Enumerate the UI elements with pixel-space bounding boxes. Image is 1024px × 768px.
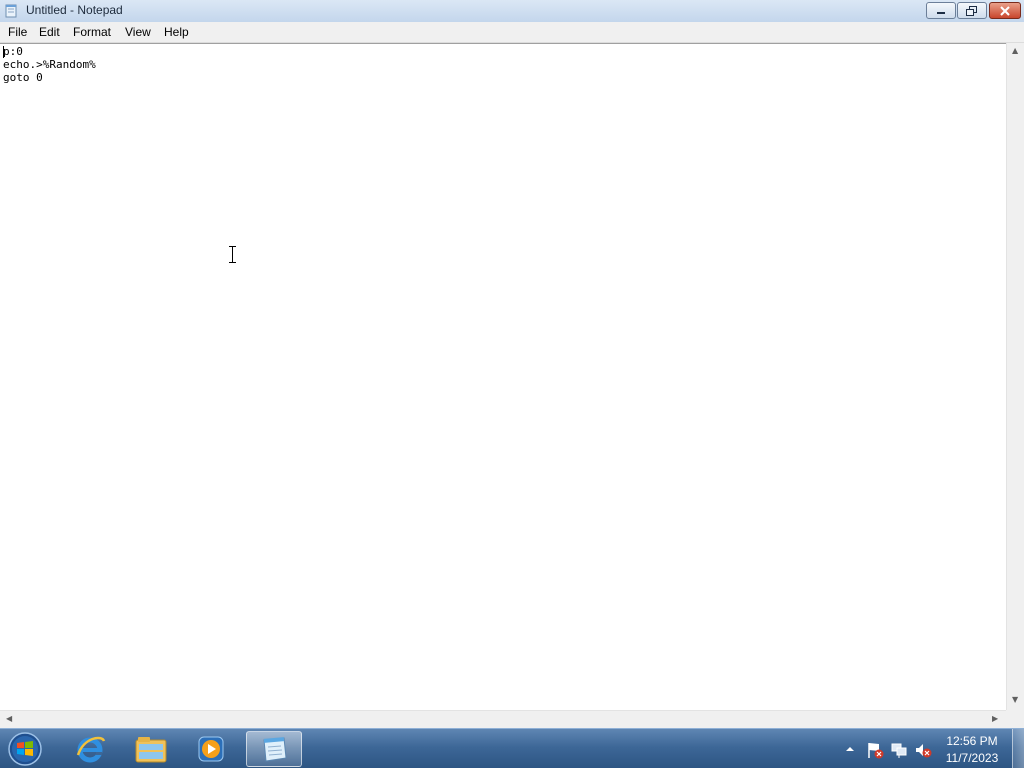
clock-time[interactable]: 12:56 PM <box>937 734 1007 748</box>
vertical-scrollbar[interactable]: ▲ ▼ <box>1006 43 1024 710</box>
close-icon <box>1000 5 1010 16</box>
show-hidden-icons-icon[interactable] <box>846 745 854 753</box>
scroll-left-icon[interactable]: ◀ <box>6 714 12 723</box>
taskbar-media-player[interactable] <box>183 731 239 767</box>
editor-line-3: goto 0 <box>3 71 43 84</box>
taskbar: 12:56 PM 11/7/2023 <box>0 728 1024 768</box>
editor-line-2: echo.>%Random% <box>3 58 96 71</box>
window-title: Untitled - Notepad <box>26 3 123 17</box>
menu-edit[interactable]: Edit <box>39 25 60 39</box>
internet-explorer-icon <box>76 736 106 763</box>
volume-muted-icon[interactable] <box>914 741 932 759</box>
minimize-icon <box>937 11 945 14</box>
scroll-right-icon[interactable]: ▶ <box>992 714 998 723</box>
show-desktop-button[interactable] <box>1012 729 1024 768</box>
scroll-down-icon[interactable]: ▼ <box>1012 695 1018 704</box>
menu-format[interactable]: Format <box>73 25 111 39</box>
action-center-flag-icon[interactable] <box>866 741 884 759</box>
taskbar-internet-explorer[interactable] <box>62 731 118 767</box>
taskbar-windows-explorer[interactable] <box>123 731 179 767</box>
restore-button[interactable] <box>957 2 987 19</box>
network-icon[interactable] <box>890 741 908 759</box>
taskbar-notepad[interactable] <box>246 731 302 767</box>
menu-bar: File Edit Format View Help <box>0 22 1024 43</box>
menu-help[interactable]: Help <box>164 25 189 39</box>
menu-file[interactable]: File <box>8 25 27 39</box>
editor-line-1: p:0 <box>3 45 23 58</box>
size-grip[interactable] <box>1006 710 1024 727</box>
minimize-button[interactable] <box>926 2 956 19</box>
notepad-app-icon[interactable] <box>4 4 18 18</box>
scroll-up-icon[interactable]: ▲ <box>1012 46 1018 55</box>
notepad-window: Untitled - Notepad File Edit Format View… <box>0 0 1024 728</box>
text-editor-area[interactable]: p:0 echo.>%Random% goto 0 <box>0 43 1006 711</box>
horizontal-scrollbar[interactable]: ◀ ▶ <box>0 710 1006 728</box>
windows-explorer-icon <box>135 737 167 763</box>
start-orb-icon[interactable] <box>6 731 44 767</box>
ibeam-cursor-icon <box>229 246 236 263</box>
media-player-icon <box>198 736 224 762</box>
notepad-icon <box>263 737 287 762</box>
clock-date[interactable]: 11/7/2023 <box>937 751 1007 765</box>
menu-view[interactable]: View <box>125 25 151 39</box>
title-bar[interactable]: Untitled - Notepad <box>0 0 1024 23</box>
restore-icon <box>966 5 977 16</box>
close-button[interactable] <box>989 2 1021 19</box>
